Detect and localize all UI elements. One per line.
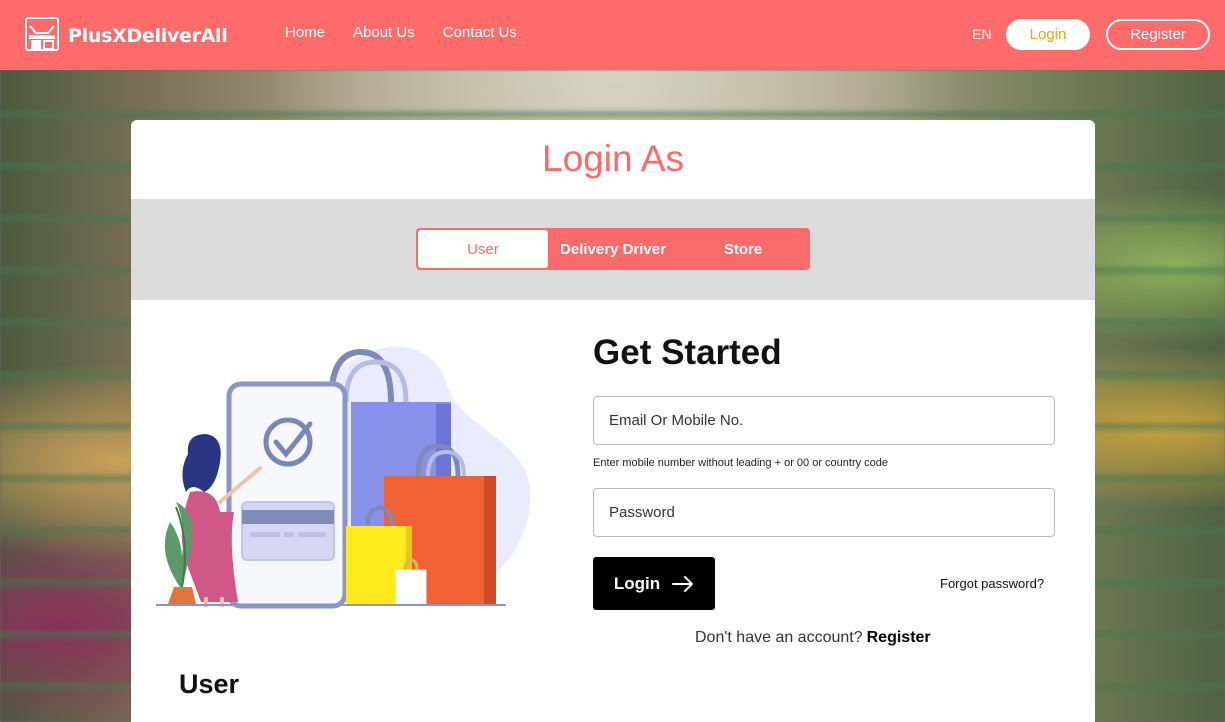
- nav-contact-us[interactable]: Contact Us: [443, 24, 517, 41]
- email-mobile-input[interactable]: [593, 396, 1055, 445]
- shopping-illustration: [156, 346, 531, 609]
- shop-logo-icon: [25, 17, 59, 55]
- header-register-button[interactable]: Register: [1106, 19, 1210, 50]
- language-selector[interactable]: EN: [972, 26, 991, 42]
- role-selector-bar: User Delivery Driver Store: [131, 199, 1095, 300]
- forgot-password-link[interactable]: Forgot password?: [940, 576, 1044, 591]
- page-title: Login As: [542, 138, 684, 179]
- main-nav: Home About Us Contact Us: [285, 24, 545, 41]
- tab-store[interactable]: Store: [678, 230, 808, 268]
- password-input[interactable]: [593, 488, 1055, 537]
- no-account-line: Don't have an account? Register: [695, 629, 931, 647]
- top-navbar: PlusXDeliverAll Home About Us Contact Us…: [0, 0, 1225, 70]
- header-login-button[interactable]: Login: [1006, 19, 1090, 50]
- login-button-label: Login: [613, 573, 661, 593]
- tab-user[interactable]: User: [418, 230, 548, 268]
- mobile-hint: Enter mobile number without leading + or…: [593, 457, 889, 469]
- form-heading: Get Started: [593, 333, 782, 372]
- role-tabs: User Delivery Driver Store: [416, 228, 810, 270]
- tab-delivery-driver[interactable]: Delivery Driver: [548, 230, 678, 268]
- login-card: Login As User Delivery Driver Store Get …: [131, 120, 1095, 722]
- brand-logo[interactable]: PlusXDeliverAll: [25, 17, 228, 55]
- register-link[interactable]: Register: [867, 629, 931, 646]
- nav-about-us[interactable]: About Us: [353, 24, 415, 41]
- no-account-text: Don't have an account?: [695, 629, 863, 646]
- arrow-right-icon: [672, 575, 694, 592]
- brand-name: PlusXDeliverAll: [68, 25, 228, 47]
- nav-home[interactable]: Home: [285, 24, 325, 41]
- login-button[interactable]: Login: [593, 557, 715, 610]
- section-heading-user: User: [179, 669, 240, 699]
